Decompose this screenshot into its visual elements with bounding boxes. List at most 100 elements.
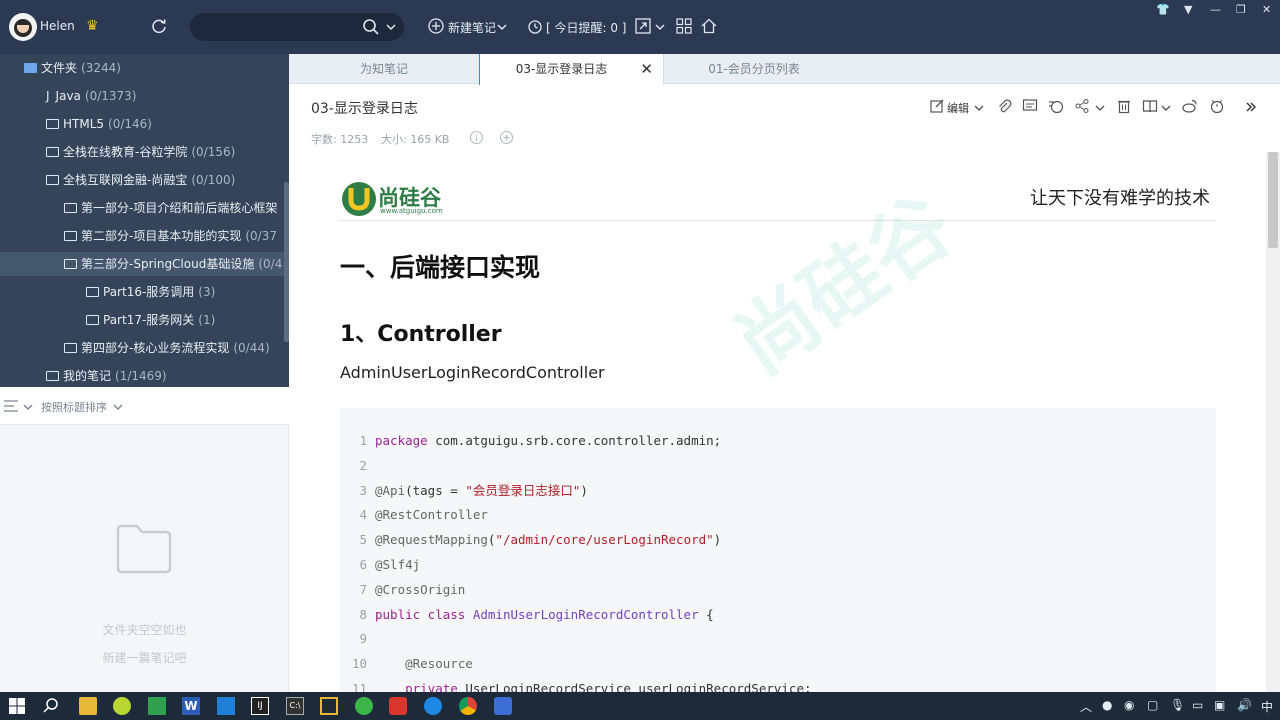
tree-item-java[interactable]: J Java (0/1373)	[46, 84, 137, 108]
line-number: 3	[359, 482, 367, 498]
reminder-icon[interactable]	[1209, 98, 1225, 114]
line-number: 9	[359, 631, 367, 647]
file-explorer-icon[interactable]	[79, 697, 97, 715]
skin-shirt-icon[interactable]: 👕	[1156, 3, 1170, 16]
alarm-clock-icon[interactable]	[526, 17, 544, 35]
folder-icon	[46, 371, 59, 381]
comment-icon[interactable]	[1022, 98, 1038, 114]
chevron-down-icon[interactable]	[1161, 103, 1171, 113]
browser-icon[interactable]	[424, 697, 442, 715]
tray-app-icon[interactable]: ●	[1102, 698, 1112, 712]
info-icon[interactable]	[469, 130, 484, 145]
copy-app-icon[interactable]	[320, 697, 338, 715]
history-icon[interactable]	[1048, 98, 1064, 114]
double-chevron-right-icon[interactable]	[1245, 101, 1257, 113]
microphone-icon[interactable]: 🎙	[1170, 698, 1185, 712]
tree-item-part1[interactable]: 第一部分-项目介绍和前后端核心框架	[64, 196, 281, 220]
code-text: @RestController	[375, 507, 488, 523]
sidebar-scrollbar[interactable]	[284, 182, 289, 342]
add-tag-icon[interactable]	[499, 130, 514, 145]
attachment-icon[interactable]	[996, 98, 1012, 114]
chevron-down-icon[interactable]	[974, 103, 984, 113]
note-title[interactable]: 03-显示登录日志	[311, 98, 418, 118]
terminal-app-icon[interactable]	[148, 697, 166, 715]
battery-icon[interactable]: ▭	[1192, 698, 1203, 712]
volume-icon[interactable]: 🔊	[1237, 698, 1252, 712]
tree-item-part16[interactable]: Part16-服务调用 (3)	[86, 280, 215, 304]
username[interactable]: Helen	[40, 19, 75, 33]
scrollbar-thumb[interactable]	[1268, 152, 1278, 248]
search-icon[interactable]	[362, 18, 380, 36]
folder-icon	[46, 119, 59, 129]
add-circle-icon[interactable]	[427, 17, 445, 35]
tray-window-icon[interactable]: ▢	[1147, 698, 1158, 712]
line-number: 10	[351, 656, 367, 672]
sort-by-title-dropdown[interactable]: 按照标题排序	[41, 399, 107, 415]
tree-item-part4[interactable]: 第四部分-核心业务流程实现 (0/44)	[64, 336, 270, 360]
sync-icon[interactable]	[150, 17, 168, 35]
edit-icon[interactable]	[929, 98, 945, 114]
chevron-down-icon[interactable]	[113, 402, 123, 412]
chevron-down-icon[interactable]	[386, 22, 396, 32]
app-blue-icon[interactable]	[494, 697, 512, 715]
chrome-icon[interactable]	[459, 697, 477, 715]
vip-crown-icon[interactable]: ♛	[86, 18, 99, 34]
share-icon[interactable]	[1074, 98, 1090, 114]
tree-item-guli[interactable]: 全栈在线教育-谷粒学院 (0/156)	[46, 140, 235, 164]
home-icon[interactable]	[700, 17, 718, 35]
chevron-down-icon[interactable]	[23, 402, 33, 412]
restore-icon[interactable]: ❐	[1236, 3, 1246, 16]
list-view-icon[interactable]	[4, 400, 18, 412]
close-icon[interactable]: ✕	[1262, 3, 1271, 16]
grid-apps-icon[interactable]	[675, 17, 693, 35]
tree-item-my-notes[interactable]: 我的笔记 (1/1469)	[46, 364, 167, 387]
tab-member-list[interactable]: 01-会员分页列表	[664, 54, 844, 84]
tree-item-srb[interactable]: 全栈互联网金融-尚融宝 (0/100)	[46, 168, 235, 192]
tree-item-folder-root[interactable]: 文件夹 (3244)	[24, 56, 121, 80]
intellij-icon[interactable]: IJ	[251, 697, 269, 715]
windows-start-icon[interactable]	[8, 697, 26, 715]
minimize-icon[interactable]: —	[1210, 3, 1221, 16]
show-hidden-icons-icon[interactable]: ︿	[1080, 698, 1092, 715]
input-language[interactable]: 中	[1261, 698, 1273, 715]
tray-app-icon[interactable]: ◉	[1124, 698, 1134, 712]
chevron-down-icon[interactable]	[497, 22, 507, 32]
expand-window-icon[interactable]	[634, 17, 652, 35]
code-block[interactable]: 1 package com.atguigu.srb.core.controller…	[340, 408, 1216, 692]
word-icon[interactable]: W	[182, 697, 200, 715]
note-content[interactable]: 尚硅谷 www.atguigu.com 让天下没有难学的技术 尚硅谷 一、后端接…	[290, 152, 1266, 692]
vscode-icon[interactable]	[217, 697, 235, 715]
new-note-button[interactable]: 新建笔记	[448, 19, 496, 36]
heading-2: 1、Controller	[340, 322, 502, 347]
search-input[interactable]	[202, 18, 352, 36]
cmd-icon[interactable]: C:\	[286, 697, 304, 715]
tree-item-html5[interactable]: HTML5 (0/146)	[46, 112, 152, 136]
delete-icon[interactable]	[1116, 98, 1132, 114]
java-icon: J	[46, 89, 50, 103]
avatar[interactable]	[9, 13, 37, 41]
menu-icon[interactable]: ▼	[1184, 3, 1192, 16]
weibo-icon[interactable]	[1182, 98, 1198, 114]
watermark: 尚硅谷	[718, 178, 969, 393]
tree-item-part2[interactable]: 第二部分-项目基本功能的实现 (0/37	[64, 224, 277, 248]
search-icon[interactable]	[42, 697, 60, 715]
top-bar: Helen ♛ 新建笔记 [ 今日提醒: 0 ] 👕 ▼ — ❐ ✕	[0, 0, 1280, 54]
app-icon[interactable]	[113, 697, 131, 715]
tab-wiz-notes[interactable]: 为知笔记	[289, 54, 479, 84]
today-reminder[interactable]: [ 今日提醒: 0 ]	[546, 19, 627, 36]
app-red-icon[interactable]	[389, 697, 407, 715]
tab-login-log[interactable]: 03-显示登录日志 ✕	[479, 54, 664, 85]
close-tab-icon[interactable]: ✕	[640, 54, 653, 84]
chevron-down-icon[interactable]	[1095, 103, 1105, 113]
folder-icon	[86, 315, 99, 325]
network-icon[interactable]: ▣	[1214, 698, 1225, 712]
tree-item-part3[interactable]: 第三部分-SpringCloud基础设施 (0/4	[0, 252, 284, 276]
search-box[interactable]	[190, 13, 404, 41]
wechat-icon[interactable]	[355, 697, 373, 715]
folder-icon	[86, 287, 99, 297]
edit-button[interactable]: 编辑	[947, 100, 969, 116]
chevron-down-icon[interactable]	[655, 22, 665, 32]
reading-mode-icon[interactable]	[1142, 98, 1158, 114]
tree-item-part17[interactable]: Part17-服务网关 (1)	[86, 308, 215, 332]
content-scrollbar[interactable]	[1266, 152, 1280, 692]
